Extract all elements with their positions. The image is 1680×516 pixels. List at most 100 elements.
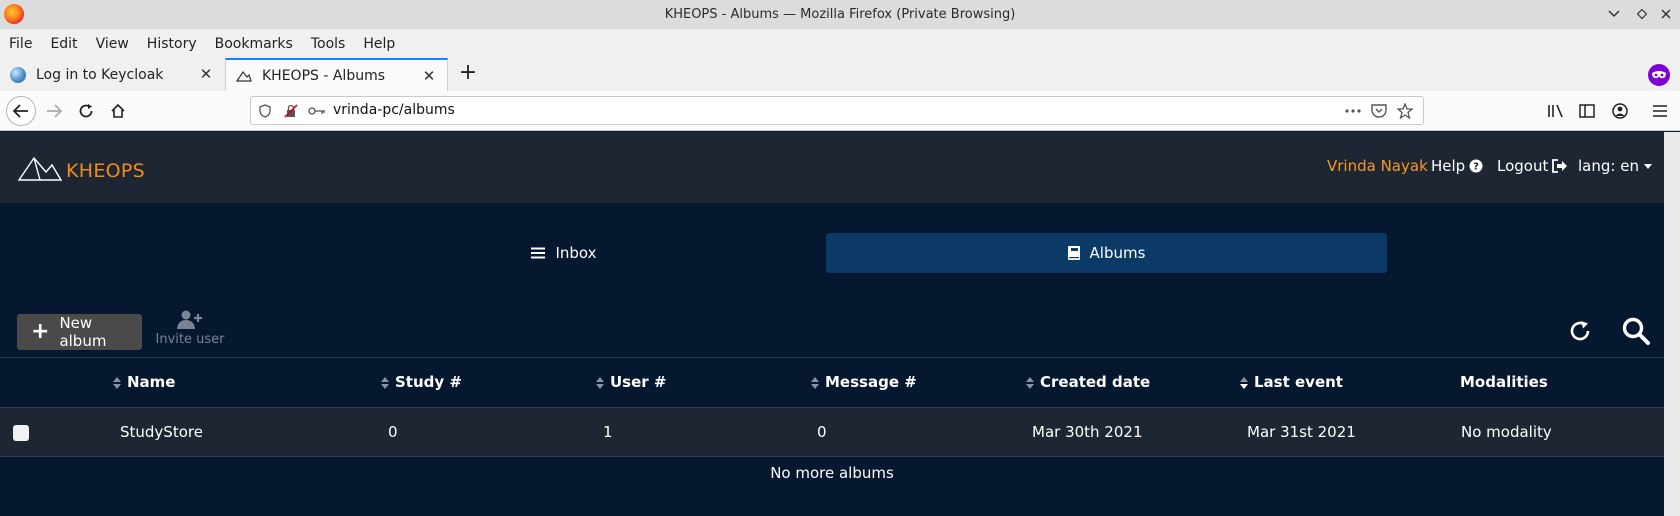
column-label: Modalities xyxy=(1460,373,1548,391)
url-text[interactable]: vrinda-pc/albums xyxy=(333,97,455,124)
album-modalities: No modality xyxy=(1461,423,1552,441)
keycloak-favicon-icon xyxy=(10,66,26,83)
column-header-study[interactable]: Study # xyxy=(381,358,462,407)
logout-link[interactable]: Logout xyxy=(1497,157,1568,175)
column-label: Name xyxy=(127,373,176,391)
column-label: Last event xyxy=(1254,373,1343,391)
page-actions-icon[interactable] xyxy=(1343,103,1363,119)
library-button[interactable] xyxy=(1542,97,1570,125)
column-label: Message # xyxy=(825,373,917,391)
menu-view[interactable]: View xyxy=(87,36,138,52)
row-checkbox[interactable] xyxy=(13,425,29,441)
home-icon xyxy=(111,103,125,118)
key-icon[interactable] xyxy=(307,103,327,119)
album-created-date: Mar 30th 2021 xyxy=(1032,423,1143,441)
reload-button[interactable] xyxy=(72,97,100,125)
menu-tools[interactable]: Tools xyxy=(302,36,355,52)
column-header-name[interactable]: Name xyxy=(113,358,175,407)
tab-albums-label: Albums xyxy=(1089,244,1146,262)
account-button[interactable] xyxy=(1606,97,1634,125)
close-tab-icon[interactable]: ✕ xyxy=(421,68,437,84)
invite-user-button[interactable]: Invite user xyxy=(152,310,228,354)
maximize-icon[interactable] xyxy=(1632,4,1652,24)
tab-kheops-albums[interactable]: KHEOPS - Albums ✕ xyxy=(225,58,448,91)
column-header-last-event[interactable]: Last event xyxy=(1240,358,1343,407)
app-name[interactable]: KHEOPS xyxy=(66,160,145,182)
chevron-down-icon xyxy=(1643,163,1652,169)
albums-table: Name Study # User # Message # Created da… xyxy=(0,357,1664,482)
main-content: Inbox Albums + New album Invite user Nam… xyxy=(0,203,1664,516)
menu-edit[interactable]: Edit xyxy=(41,36,86,52)
sign-out-icon xyxy=(1552,159,1568,173)
svg-text:?: ? xyxy=(1473,162,1479,173)
column-header-created[interactable]: Created date xyxy=(1026,358,1150,407)
column-header-user[interactable]: User # xyxy=(596,358,666,407)
sort-icon xyxy=(596,376,604,389)
search-icon xyxy=(1622,317,1650,345)
new-tab-icon[interactable]: + xyxy=(456,62,480,86)
pocket-icon[interactable] xyxy=(1371,103,1387,119)
arrow-left-icon xyxy=(13,104,28,118)
sort-desc-icon xyxy=(1240,376,1248,389)
sidebar-button[interactable] xyxy=(1573,97,1601,125)
app-menu-button[interactable] xyxy=(1646,97,1674,125)
page-scrollbar[interactable] xyxy=(1664,132,1680,516)
album-name[interactable]: StudyStore xyxy=(120,408,203,456)
arrow-right-icon xyxy=(47,104,62,118)
list-icon xyxy=(531,247,546,259)
plus-icon: + xyxy=(31,319,50,344)
menu-file[interactable]: File xyxy=(0,36,41,52)
insecure-lock-icon[interactable] xyxy=(283,103,299,119)
window-title: KHEOPS - Albums — Mozilla Firefox (Priva… xyxy=(664,7,1016,22)
tab-title: KHEOPS - Albums xyxy=(262,67,386,84)
app-header: KHEOPS Vrinda Nayak Help ? Logout lang: … xyxy=(0,132,1664,203)
user-name-link[interactable]: Vrinda Nayak xyxy=(1327,157,1428,175)
private-browsing-icon xyxy=(1648,64,1670,86)
url-bar[interactable]: vrinda-pc/albums xyxy=(250,96,1424,125)
album-message-count: 0 xyxy=(817,423,827,441)
help-label: Help xyxy=(1431,157,1466,175)
column-label: User # xyxy=(610,373,667,391)
no-more-albums-text: No more albums xyxy=(770,464,894,482)
tab-title: Log in to Keycloak xyxy=(36,66,164,83)
help-link[interactable]: Help ? xyxy=(1431,157,1483,175)
logout-label: Logout xyxy=(1497,157,1549,175)
bookmark-star-icon[interactable] xyxy=(1397,103,1413,119)
refresh-button[interactable] xyxy=(1566,317,1594,345)
book-icon xyxy=(1067,246,1080,260)
new-album-button[interactable]: + New album xyxy=(17,314,142,350)
sort-icon xyxy=(381,376,389,389)
reload-icon xyxy=(79,104,93,118)
user-plus-icon xyxy=(152,310,228,332)
album-user-count: 1 xyxy=(603,423,613,441)
shield-icon[interactable] xyxy=(257,103,273,119)
menu-bookmarks[interactable]: Bookmarks xyxy=(206,36,302,52)
back-button[interactable] xyxy=(6,96,36,126)
language-dropdown[interactable]: lang: en xyxy=(1578,157,1652,175)
sort-icon xyxy=(1026,376,1034,389)
sort-icon xyxy=(113,376,121,389)
tab-keycloak[interactable]: Log in to Keycloak ✕ xyxy=(0,58,224,91)
close-tab-icon[interactable]: ✕ xyxy=(198,66,214,82)
menu-history[interactable]: History xyxy=(138,36,206,52)
forward-button[interactable] xyxy=(40,97,68,125)
kheops-logo-icon[interactable] xyxy=(18,154,62,182)
library-icon xyxy=(1548,104,1563,118)
table-header: Name Study # User # Message # Created da… xyxy=(0,357,1664,408)
window-titlebar: KHEOPS - Albums — Mozilla Firefox (Priva… xyxy=(0,0,1680,29)
search-button[interactable] xyxy=(1620,315,1652,347)
home-button[interactable] xyxy=(104,97,132,125)
tab-albums[interactable]: Albums xyxy=(826,233,1387,273)
album-study-count: 0 xyxy=(388,423,398,441)
close-window-icon[interactable] xyxy=(1656,4,1676,24)
table-row[interactable]: StudyStore 0 1 0 Mar 30th 2021 Mar 31st … xyxy=(0,408,1664,457)
sidebar-icon xyxy=(1579,104,1595,118)
tab-bar: Log in to Keycloak ✕ KHEOPS - Albums ✕ + xyxy=(0,58,1680,91)
kheops-favicon-icon xyxy=(236,70,252,82)
menu-bar: File Edit View History Bookmarks Tools H… xyxy=(0,29,1680,58)
menu-help[interactable]: Help xyxy=(354,36,404,52)
tab-inbox[interactable]: Inbox xyxy=(284,233,844,273)
column-header-message[interactable]: Message # xyxy=(811,358,917,407)
account-icon xyxy=(1612,103,1628,119)
minimize-icon[interactable] xyxy=(1604,4,1624,24)
